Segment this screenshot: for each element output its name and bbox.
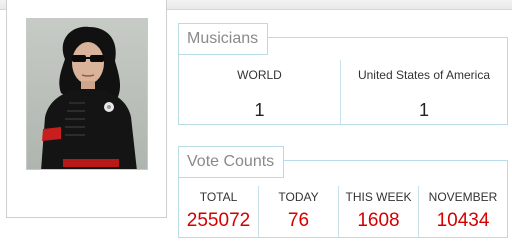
artist-photo-card bbox=[6, 0, 167, 218]
this-week-label: THIS WEEK bbox=[345, 190, 412, 204]
world-rank: 1 bbox=[254, 100, 265, 120]
total-label: TOTAL bbox=[199, 190, 238, 204]
country-label: United States of America bbox=[357, 68, 491, 82]
artist-photo bbox=[26, 18, 148, 170]
today-label: TODAY bbox=[278, 190, 319, 204]
month-label: NOVEMBER bbox=[428, 190, 498, 204]
month-votes: 10434 bbox=[436, 210, 490, 231]
musicians-title: Musicians bbox=[178, 23, 268, 55]
total-votes: 255072 bbox=[186, 210, 251, 231]
today-votes: 76 bbox=[287, 210, 310, 231]
world-label: WORLD bbox=[237, 68, 282, 82]
country-rank: 1 bbox=[418, 100, 429, 120]
this-week-votes: 1608 bbox=[357, 210, 400, 231]
vote-counts-title: Vote Counts bbox=[178, 146, 284, 178]
